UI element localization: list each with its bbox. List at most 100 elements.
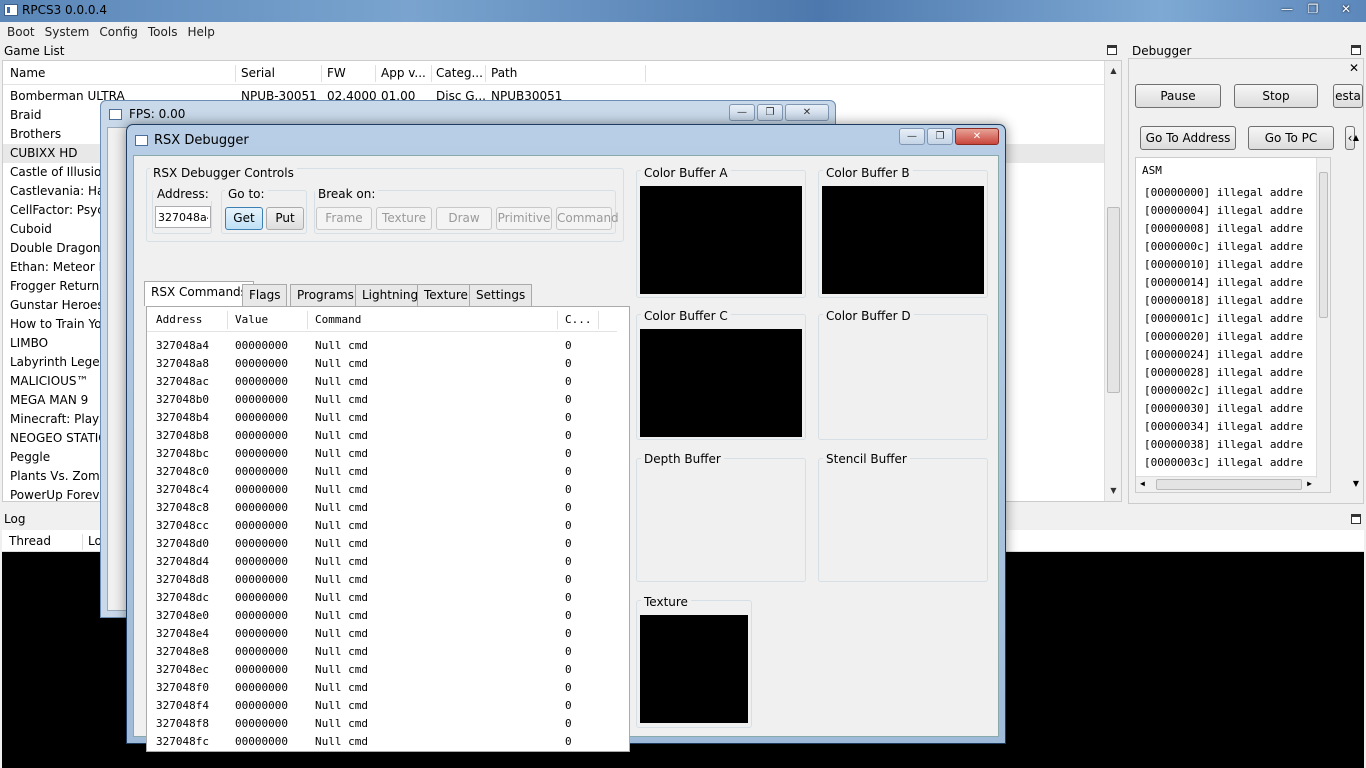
dock-float-icon[interactable] [1351, 514, 1361, 524]
stop-button[interactable]: Stop [1234, 84, 1318, 108]
table-row[interactable]: 327048c4 00000000 Null cmd 0 [147, 481, 629, 499]
table-row[interactable]: 327048cc 00000000 Null cmd 0 [147, 517, 629, 535]
put-button[interactable]: Put [266, 207, 304, 230]
close-icon[interactable]: ✕ [1326, 0, 1366, 18]
break-texture-button[interactable]: Texture [376, 207, 432, 230]
address-input[interactable] [155, 206, 211, 228]
scroll-down-icon[interactable]: ▼ [1353, 479, 1359, 488]
table-row[interactable]: 327048d4 00000000 Null cmd 0 [147, 553, 629, 571]
table-row[interactable]: 327048c8 00000000 Null cmd 0 [147, 499, 629, 517]
close-icon[interactable]: ✕ [785, 104, 829, 121]
close-icon[interactable]: ✕ [1349, 61, 1359, 75]
break-draw-button[interactable]: Draw [436, 207, 492, 230]
tab-flags[interactable]: Flags [242, 284, 288, 306]
break-command-button[interactable]: Command [556, 207, 619, 230]
table-row[interactable]: 327048b4 00000000 Null cmd 0 [147, 409, 629, 427]
scroll-up-icon[interactable]: ▲ [1353, 133, 1359, 142]
maximize-icon[interactable]: ❐ [927, 128, 953, 145]
tab-rsx-commands[interactable]: RSX Commands [144, 281, 254, 306]
col-value[interactable]: Value [235, 313, 268, 326]
game-list-scrollbar[interactable]: ▲ ▼ [1104, 61, 1121, 501]
asm-line[interactable]: [00000034] illegal addre [1144, 420, 1303, 438]
menu-tools[interactable]: Tools [143, 25, 183, 39]
scroll-thumb[interactable] [1156, 479, 1302, 490]
scroll-up-icon[interactable]: ▲ [1105, 63, 1121, 79]
table-row[interactable]: 327048bc 00000000 Null cmd 0 [147, 445, 629, 463]
minimize-icon[interactable]: — [729, 104, 755, 121]
asm-line[interactable]: [00000028] illegal addre [1144, 366, 1303, 384]
col-serial[interactable]: Serial [241, 66, 275, 80]
menu-boot[interactable]: Boot [2, 25, 40, 39]
rsx-commands-table[interactable]: Address Value Command C... 327048a4 00000… [146, 306, 630, 752]
tab-texture[interactable]: Texture [417, 284, 475, 306]
color-buffer-b-view[interactable] [822, 186, 984, 294]
break-primitive-button[interactable]: Primitive [496, 207, 552, 230]
minimize-icon[interactable]: — [899, 128, 925, 145]
table-row[interactable]: 327048f8 00000000 Null cmd 0 [147, 715, 629, 733]
go-to-pc-button[interactable]: Go To PC [1248, 126, 1334, 150]
dock-float-icon[interactable] [1107, 45, 1117, 55]
table-row[interactable]: 327048fc 00000000 Null cmd 0 [147, 733, 629, 751]
scroll-down-icon[interactable]: ▼ [1105, 483, 1121, 499]
col-count[interactable]: C... [565, 313, 592, 326]
rsx-window-title-bar[interactable]: RSX Debugger — ❐ ✕ [127, 125, 1005, 155]
asm-line[interactable]: [00000038] illegal addre [1144, 438, 1303, 456]
table-row[interactable]: 327048a4 00000000 Null cmd 0 [147, 337, 629, 355]
asm-line[interactable]: [00000030] illegal addre [1144, 402, 1303, 420]
col-category[interactable]: Categ... [436, 66, 483, 80]
asm-line[interactable]: [00000018] illegal addre [1144, 294, 1303, 312]
color-buffer-a-view[interactable] [640, 186, 802, 294]
color-buffer-c-view[interactable] [640, 329, 802, 437]
col-app-version[interactable]: App v... [381, 66, 426, 80]
asm-vscrollbar[interactable] [1316, 158, 1330, 478]
col-path[interactable]: Path [491, 66, 517, 80]
table-row[interactable]: 327048f4 00000000 Null cmd 0 [147, 697, 629, 715]
table-row[interactable]: 327048e8 00000000 Null cmd 0 [147, 643, 629, 661]
asm-line[interactable]: [00000024] illegal addre [1144, 348, 1303, 366]
menu-system[interactable]: System [40, 25, 95, 39]
asm-line[interactable]: [00000020] illegal addre [1144, 330, 1303, 348]
scroll-right-icon[interactable]: ▶ [1307, 479, 1312, 488]
table-row[interactable]: 327048f0 00000000 Null cmd 0 [147, 679, 629, 697]
asm-line[interactable]: [00000014] illegal addre [1144, 276, 1303, 294]
asm-line[interactable]: [0000002c] illegal addre [1144, 384, 1303, 402]
asm-line[interactable]: [00000004] illegal addre [1144, 204, 1303, 222]
table-row[interactable]: 327048e0 00000000 Null cmd 0 [147, 607, 629, 625]
main-title-bar[interactable]: RPCS3 0.0.0.4 — ❐ ✕ [0, 0, 1366, 22]
table-row[interactable]: 327048dc 00000000 Null cmd 0 [147, 589, 629, 607]
tab-lightning[interactable]: Lightning [355, 284, 426, 306]
col-thread[interactable]: Thread [9, 534, 51, 548]
pause-button[interactable]: Pause [1135, 84, 1221, 108]
asm-hscrollbar[interactable]: ◀ ▶ [1136, 476, 1330, 492]
table-row[interactable]: 327048b8 00000000 Null cmd 0 [147, 427, 629, 445]
tab-programs[interactable]: Programs [290, 284, 361, 306]
tab-settings[interactable]: Settings [469, 284, 533, 306]
asm-line[interactable]: [00000010] illegal addre [1144, 258, 1303, 276]
rsx-debugger-window[interactable]: RSX Debugger — ❐ ✕ RSX Debugger Controls… [126, 124, 1006, 752]
dock-float-icon[interactable] [1351, 45, 1361, 55]
scroll-left-icon[interactable]: ◀ [1140, 479, 1145, 488]
go-to-address-button[interactable]: Go To Address [1140, 126, 1236, 150]
texture-view[interactable] [640, 615, 748, 723]
close-icon[interactable]: ✕ [955, 128, 999, 145]
asm-line[interactable]: [0000000c] illegal addre [1144, 240, 1303, 258]
col-fw[interactable]: FW [327, 66, 346, 80]
table-row[interactable]: 327048e4 00000000 Null cmd 0 [147, 625, 629, 643]
table-row[interactable]: 327048a8 00000000 Null cmd 0 [147, 355, 629, 373]
table-row[interactable]: 327048b0 00000000 Null cmd 0 [147, 391, 629, 409]
asm-line[interactable]: [00000008] illegal addre [1144, 222, 1303, 240]
asm-line[interactable]: [0000003c] illegal addre [1144, 456, 1303, 474]
table-row[interactable]: 327048d8 00000000 Null cmd 0 [147, 571, 629, 589]
restart-button[interactable]: esta [1333, 84, 1363, 108]
col-name[interactable]: Name [10, 66, 45, 80]
asm-line[interactable]: [00000000] illegal addre [1144, 186, 1303, 204]
scroll-thumb[interactable] [1107, 207, 1120, 393]
col-address[interactable]: Address [156, 313, 202, 326]
table-row[interactable]: 327048ec 00000000 Null cmd 0 [147, 661, 629, 679]
scroll-thumb[interactable] [1319, 172, 1328, 318]
break-frame-button[interactable]: Frame [316, 207, 372, 230]
table-row[interactable]: 327048d0 00000000 Null cmd 0 [147, 535, 629, 553]
maximize-icon[interactable]: ❐ [757, 104, 783, 121]
get-button[interactable]: Get [225, 207, 263, 230]
table-row[interactable]: 327048ac 00000000 Null cmd 0 [147, 373, 629, 391]
